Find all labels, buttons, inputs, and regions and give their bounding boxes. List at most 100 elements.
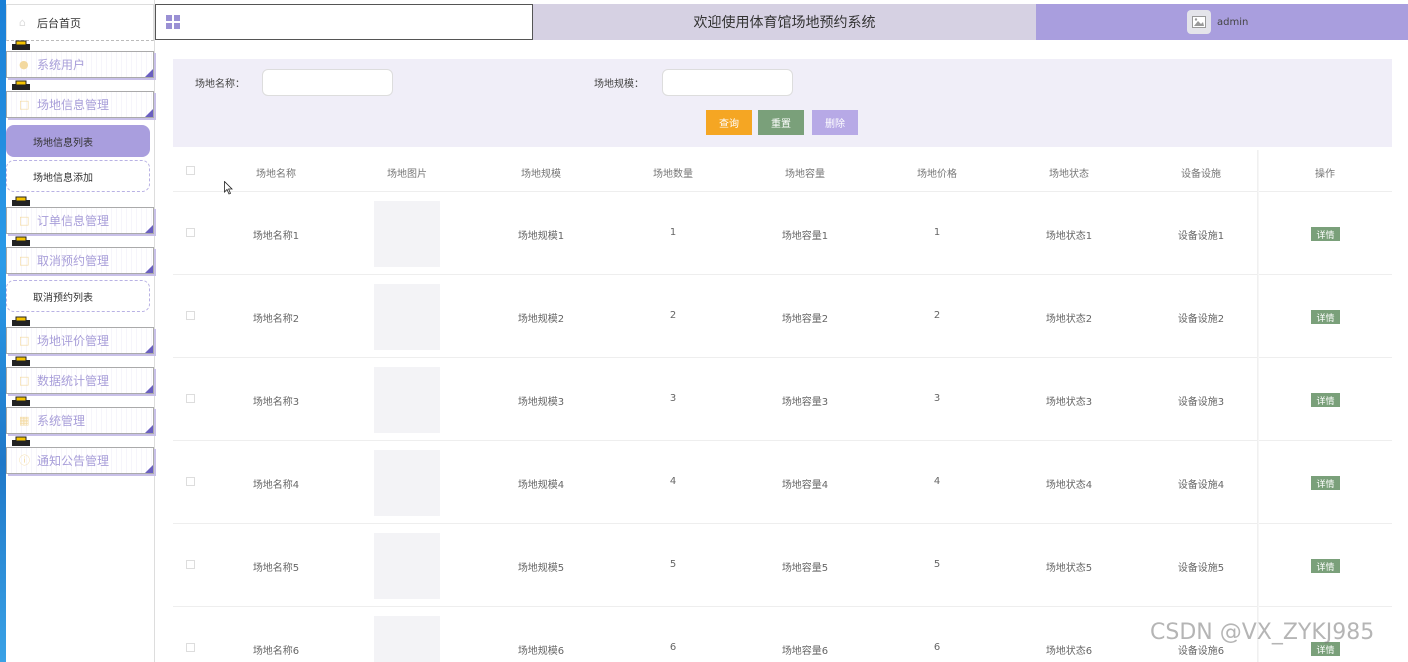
venue-scale-label: 场地规模： — [594, 79, 644, 90]
sidebar-item-order-info[interactable]: □ 订单信息管理 — [6, 196, 154, 234]
cell-capacity: 场地容量4 — [781, 480, 829, 491]
column-header: 场地容量 — [785, 169, 825, 180]
cell-scale: 场地规模2 — [517, 314, 565, 325]
cell-price: 1 — [933, 227, 941, 238]
reset-button[interactable]: 重置 — [758, 110, 804, 135]
sidebar-subitem-cancel-list[interactable]: 取消预约列表 — [6, 280, 150, 312]
sidebar-item-system-users[interactable]: ● 系统用户 — [6, 40, 154, 78]
doc-icon: □ — [19, 253, 30, 267]
venue-image — [374, 367, 440, 433]
sidebar-item-label: 数据统计管理 — [37, 374, 110, 388]
sidebar-item-label: 系统用户 — [37, 58, 86, 72]
row-checkbox[interactable] — [186, 477, 195, 486]
cell-status: 场地状态6 — [1045, 646, 1093, 657]
select-all-checkbox[interactable] — [186, 166, 195, 175]
cell-capacity: 场地容量5 — [781, 563, 829, 574]
user-icon: ● — [19, 57, 29, 71]
row-checkbox[interactable] — [186, 394, 195, 403]
image-icon[interactable] — [1187, 10, 1211, 34]
detail-button[interactable]: 详情 — [1311, 559, 1340, 573]
sidebar-item-venue-review[interactable]: □ 场地评价管理 — [6, 316, 154, 354]
venue-image — [374, 616, 440, 662]
cell-scale: 场地规模5 — [517, 563, 565, 574]
cell-facility: 设备设施4 — [1177, 480, 1225, 491]
sidebar-item-cancel-booking[interactable]: □ 取消预约管理 — [6, 236, 154, 274]
delete-button[interactable]: 删除 — [812, 110, 858, 135]
row-checkbox[interactable] — [186, 643, 195, 652]
table-header: 场地名称 场地图片 场地规模 场地数量 场地容量 场地价格 场地状态 设备设施 … — [173, 150, 1392, 192]
info-icon: ⓘ — [19, 453, 30, 467]
column-header: 设备设施 — [1181, 169, 1221, 180]
cell-status: 场地状态4 — [1045, 480, 1093, 491]
top-header: 欢迎使用体育馆场地预约系统 admin — [155, 4, 1408, 40]
doc-icon: □ — [19, 333, 30, 347]
table-row: 场地名称1 场地规模1 1 场地容量1 1 场地状态1 设备设施1 详情 — [173, 192, 1392, 275]
sidebar: ⌂ 后台首页 ● 系统用户 □ 场地信息管理 场地信息列表 场地信息添加 □ 订… — [6, 0, 155, 662]
watermark: CSDN @VX_ZYKJ985 — [1150, 620, 1375, 645]
cell-capacity: 场地容量6 — [781, 646, 829, 657]
sidebar-item-label: 取消预约管理 — [37, 254, 110, 268]
user-area[interactable]: admin — [1036, 4, 1408, 40]
cell-name: 场地名称1 — [252, 231, 300, 242]
row-checkbox[interactable] — [186, 228, 195, 237]
clip-icon — [12, 316, 30, 326]
row-checkbox[interactable] — [186, 560, 195, 569]
cell-price: 3 — [933, 393, 941, 404]
column-header: 场地规模 — [521, 169, 561, 180]
doc-icon: □ — [19, 373, 30, 387]
header-left — [155, 4, 533, 40]
home-icon: ⌂ — [19, 15, 26, 29]
clip-icon — [12, 396, 30, 406]
venue-table: 场地名称 场地图片 场地规模 场地数量 场地容量 场地价格 场地状态 设备设施 … — [173, 150, 1392, 662]
clip-icon — [12, 80, 30, 90]
cell-name: 场地名称3 — [252, 397, 300, 408]
sidebar-item-label: 订单信息管理 — [37, 214, 110, 228]
detail-button[interactable]: 详情 — [1311, 310, 1340, 324]
sidebar-item-venue-info[interactable]: □ 场地信息管理 — [6, 80, 154, 118]
cell-status: 场地状态1 — [1045, 231, 1093, 242]
cell-status: 场地状态5 — [1045, 563, 1093, 574]
cell-price: 4 — [933, 476, 941, 487]
sidebar-item-label: 系统管理 — [37, 414, 86, 428]
sidebar-subitem-venue-add[interactable]: 场地信息添加 — [6, 160, 150, 192]
sidebar-subitem-label: 场地信息列表 — [33, 137, 93, 149]
clip-icon — [12, 40, 30, 50]
venue-image — [374, 201, 440, 267]
cell-name: 场地名称2 — [252, 314, 300, 325]
username: admin — [1217, 16, 1249, 28]
cell-count: 5 — [669, 559, 677, 570]
cell-count: 6 — [669, 642, 677, 653]
sidebar-item-system-manage[interactable]: ▦ 系统管理 — [6, 396, 154, 434]
sidebar-subitem-venue-list[interactable]: 场地信息列表 — [6, 125, 150, 157]
cell-price: 2 — [933, 310, 941, 321]
cell-facility: 设备设施2 — [1177, 314, 1225, 325]
sidebar-item-home[interactable]: ⌂ 后台首页 — [6, 4, 154, 41]
clip-icon — [12, 236, 30, 246]
sidebar-item-statistics[interactable]: □ 数据统计管理 — [6, 356, 154, 394]
cell-count: 1 — [669, 227, 677, 238]
sidebar-home-label: 后台首页 — [37, 16, 81, 30]
cell-scale: 场地规模1 — [517, 231, 565, 242]
column-header: 场地状态 — [1049, 169, 1089, 180]
table-row: 场地名称5 场地规模5 5 场地容量5 5 场地状态5 设备设施5 详情 — [173, 524, 1392, 607]
venue-image — [374, 450, 440, 516]
menu-grid-icon[interactable] — [166, 15, 180, 29]
row-checkbox[interactable] — [186, 311, 195, 320]
clip-icon — [12, 196, 30, 206]
clip-icon — [12, 436, 30, 446]
venue-scale-input[interactable] — [662, 69, 793, 96]
sidebar-subitem-label: 场地信息添加 — [33, 172, 93, 184]
clip-icon — [12, 356, 30, 366]
detail-button[interactable]: 详情 — [1311, 227, 1340, 241]
cell-count: 3 — [669, 393, 677, 404]
venue-name-input[interactable] — [262, 69, 393, 96]
grid-icon: ▦ — [19, 413, 30, 427]
sidebar-item-notice[interactable]: ⓘ 通知公告管理 — [6, 436, 154, 474]
query-button[interactable]: 查询 — [706, 110, 752, 135]
cell-facility: 设备设施3 — [1177, 397, 1225, 408]
detail-button[interactable]: 详情 — [1311, 476, 1340, 490]
cell-name: 场地名称6 — [252, 646, 300, 657]
column-header: 操作 — [1315, 169, 1335, 180]
sidebar-subitem-label: 取消预约列表 — [33, 292, 93, 304]
detail-button[interactable]: 详情 — [1311, 393, 1340, 407]
